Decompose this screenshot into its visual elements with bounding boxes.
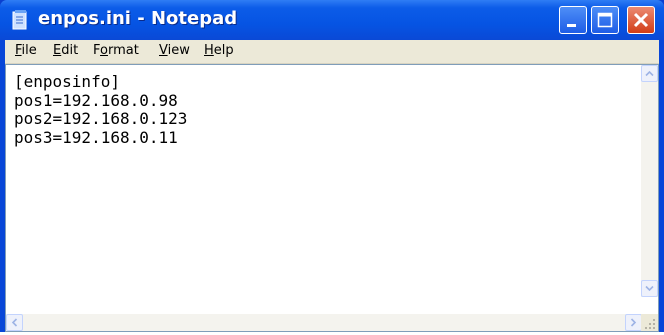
menu-file-label: ile xyxy=(21,43,37,58)
menu-format[interactable]: Format xyxy=(93,43,139,58)
chevron-left-icon xyxy=(11,318,18,327)
scroll-down-button[interactable] xyxy=(641,280,658,297)
menu-view[interactable]: View xyxy=(159,43,190,58)
window-frame-right xyxy=(659,40,664,332)
vertical-scrollbar[interactable] xyxy=(641,65,658,297)
menu-format-pre: F xyxy=(93,43,101,58)
text-line: pos1=192.168.0.98 xyxy=(14,90,178,110)
menu-file[interactable]: File xyxy=(15,43,37,58)
menu-edit-label: dit xyxy=(61,43,79,58)
menu-format-accesskey: o xyxy=(100,43,108,58)
minimize-button[interactable] xyxy=(559,6,587,34)
scroll-up-button[interactable] xyxy=(641,65,658,82)
close-icon xyxy=(633,12,649,28)
horizontal-scrollbar[interactable] xyxy=(6,314,642,331)
window-title: enpos.ini - Notepad xyxy=(38,8,238,29)
menu-format-post: rmat xyxy=(107,43,139,58)
menu-bar: File Edit Format View Help xyxy=(5,40,659,64)
text-line: [enposinfo] xyxy=(14,72,120,91)
minimize-icon xyxy=(567,24,576,27)
menu-help-accesskey: H xyxy=(204,43,214,58)
resize-grip-icon xyxy=(645,319,655,329)
resize-grip[interactable] xyxy=(641,314,658,331)
chevron-right-icon xyxy=(630,318,637,327)
maximize-button[interactable] xyxy=(591,6,619,34)
editor-text[interactable]: [enposinfo] pos1=192.168.0.98 pos2=192.168… xyxy=(14,72,644,147)
close-button[interactable] xyxy=(627,6,655,34)
maximize-icon xyxy=(597,12,613,28)
menu-view-accesskey: V xyxy=(159,43,168,58)
menu-view-label: iew xyxy=(167,43,190,58)
chevron-down-icon xyxy=(645,285,654,292)
scroll-right-button[interactable] xyxy=(625,314,642,331)
notepad-window: enpos.ini - Notepad File Edit Format Vie… xyxy=(0,0,664,332)
menu-help-label: elp xyxy=(213,43,234,58)
text-editor[interactable]: [enposinfo] pos1=192.168.0.98 pos2=192.168… xyxy=(5,64,659,332)
title-bar[interactable]: enpos.ini - Notepad xyxy=(0,0,664,40)
menu-edit-accesskey: E xyxy=(53,43,62,58)
text-line: pos2=192.168.0.123 xyxy=(14,109,188,129)
chevron-up-icon xyxy=(645,70,654,77)
menu-help[interactable]: Help xyxy=(204,43,234,58)
text-line: pos3=192.168.0.11 xyxy=(14,127,178,147)
menu-edit[interactable]: Edit xyxy=(53,43,78,58)
notepad-icon xyxy=(12,10,27,30)
scroll-left-button[interactable] xyxy=(6,314,23,331)
